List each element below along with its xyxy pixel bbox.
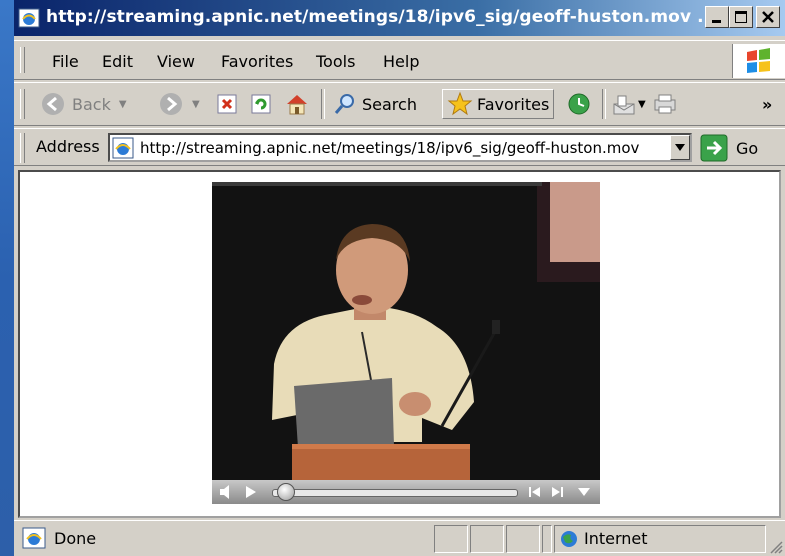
browser-window: http://streaming.apnic.net/meetings/18/i…: [14, 0, 785, 556]
quicktime-player[interactable]: [212, 182, 600, 504]
forward-arrow-icon: [160, 93, 182, 115]
address-url[interactable]: http://streaming.apnic.net/meetings/18/i…: [140, 139, 639, 157]
page-content: [18, 170, 781, 518]
refresh-button[interactable]: [250, 89, 272, 119]
menu-view[interactable]: View: [157, 52, 195, 71]
search-label: Search: [362, 94, 417, 114]
go-button[interactable]: Go: [700, 133, 758, 163]
address-grip[interactable]: [20, 133, 25, 163]
step-back-icon[interactable]: [526, 484, 542, 500]
maximize-button[interactable]: [729, 6, 753, 28]
minimize-icon: [712, 20, 721, 23]
minimize-button[interactable]: [705, 6, 729, 28]
search-icon: [334, 94, 354, 114]
go-arrow-icon: [700, 134, 728, 162]
volume-icon[interactable]: [218, 484, 236, 500]
address-label: Address: [36, 137, 100, 156]
favorites-label: Favorites: [477, 94, 550, 114]
progress-track[interactable]: [272, 489, 518, 497]
address-bar: Address http://streaming.apnic.net/meeti…: [14, 128, 785, 166]
home-button[interactable]: [284, 89, 310, 119]
menu-bar: File Edit View Favorites Tools Help: [14, 40, 785, 80]
windows-logo-icon: [747, 48, 770, 73]
title-bar[interactable]: http://streaming.apnic.net/meetings/18/i…: [14, 0, 785, 36]
menu-edit[interactable]: Edit: [102, 52, 133, 71]
desktop-background: [0, 0, 14, 556]
internet-globe-icon: [561, 531, 577, 547]
forward-dropdown-icon[interactable]: ▼: [192, 99, 200, 110]
ie-page-icon: [22, 527, 46, 549]
address-dropdown-button[interactable]: [670, 135, 690, 160]
play-icon[interactable]: [244, 484, 258, 500]
back-label: Back: [72, 94, 111, 114]
status-panel: [542, 525, 552, 553]
status-bar: Done Internet: [14, 520, 785, 556]
toolbar-grip[interactable]: [20, 89, 25, 119]
back-arrow-icon: [42, 93, 64, 115]
chevron-down-icon: [675, 143, 685, 151]
windows-flag-logo: [732, 44, 785, 78]
stop-icon: [217, 94, 237, 114]
toolbar-overflow-chevron[interactable]: »: [762, 89, 772, 119]
back-dropdown-icon[interactable]: ▼: [119, 99, 127, 110]
maximize-icon: [735, 11, 747, 23]
ie-page-icon: [18, 8, 40, 28]
security-zone-label: Internet: [584, 529, 648, 548]
toolbar-separator-2: [602, 89, 606, 119]
refresh-icon: [251, 94, 271, 114]
status-text: Done: [54, 529, 97, 548]
menu-favorites[interactable]: Favorites: [221, 52, 293, 71]
progress-thumb[interactable]: [276, 483, 295, 501]
go-label: Go: [736, 138, 759, 158]
address-field[interactable]: http://streaming.apnic.net/meetings/18/i…: [108, 133, 692, 162]
status-panel: [506, 525, 540, 553]
mail-dropdown-icon[interactable]: ▼: [638, 99, 646, 110]
search-button[interactable]: Search: [332, 89, 417, 119]
menu-file[interactable]: File: [52, 52, 79, 71]
player-controls: [212, 480, 600, 504]
menu-help[interactable]: Help: [383, 52, 419, 71]
video-frame[interactable]: [212, 182, 600, 480]
resize-grip-icon[interactable]: [767, 538, 783, 554]
menu-grip[interactable]: [20, 47, 25, 73]
print-icon: [654, 94, 676, 114]
window-title: http://streaming.apnic.net/meetings/18/i…: [46, 7, 706, 27]
step-forward-icon[interactable]: [550, 484, 566, 500]
toolbar-separator: [321, 89, 325, 119]
mail-button[interactable]: ▼: [612, 89, 646, 119]
close-icon: [762, 11, 774, 23]
status-panel: [434, 525, 468, 553]
home-icon: [287, 95, 307, 115]
history-icon: [568, 93, 590, 115]
history-button[interactable]: [566, 89, 592, 119]
mail-icon: [613, 95, 635, 115]
favorites-star-icon: [447, 91, 473, 116]
status-panel: [470, 525, 504, 553]
close-button[interactable]: [756, 6, 780, 28]
back-button[interactable]: Back ▼: [40, 89, 127, 119]
menu-tools[interactable]: Tools: [316, 52, 355, 71]
player-menu-icon[interactable]: [576, 485, 592, 499]
stop-button[interactable]: [216, 89, 238, 119]
ie-page-icon: [112, 137, 134, 159]
speaker-at-lectern-video: [212, 182, 600, 480]
print-button[interactable]: [652, 89, 678, 119]
favorites-button[interactable]: Favorites: [442, 89, 555, 119]
standard-toolbar: Back ▼ ▼ Search Favorites ▼ »: [14, 82, 785, 126]
forward-button[interactable]: ▼: [158, 89, 200, 119]
